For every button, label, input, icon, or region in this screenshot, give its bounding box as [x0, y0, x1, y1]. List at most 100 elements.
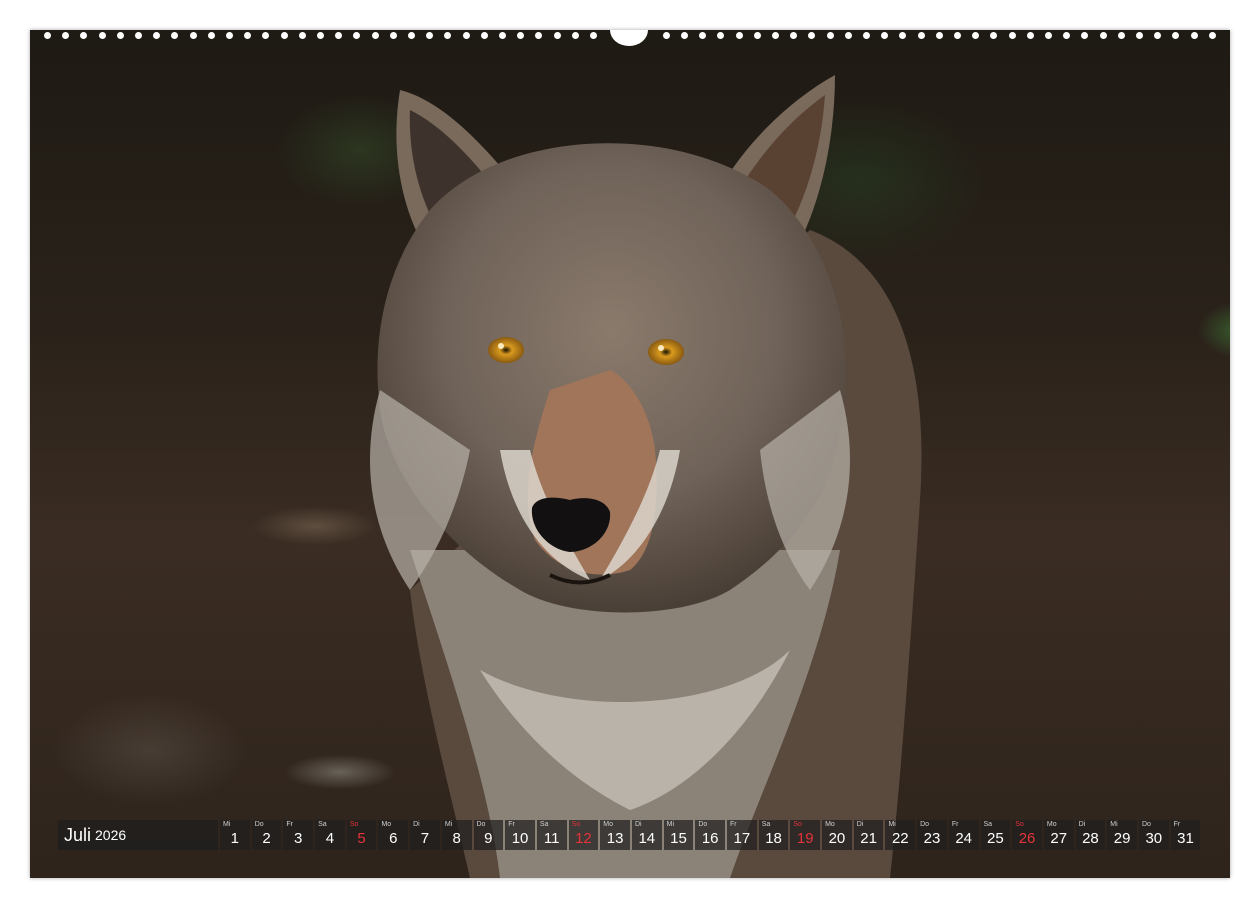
day-number: 2: [262, 830, 271, 847]
calendar-day: So 5: [346, 820, 377, 850]
month-name: Juli: [64, 824, 92, 845]
calendar-day: So 26: [1012, 820, 1042, 850]
calendar-day: Fr 24: [948, 820, 979, 850]
binding-hole: [699, 32, 707, 39]
calendar-day: Di 7: [410, 820, 440, 850]
binding-hole: [1190, 32, 1198, 39]
weekday-label: So: [1015, 821, 1024, 828]
binding-hole: [499, 32, 506, 39]
day-number: 28: [1082, 830, 1099, 847]
binding-hole: [226, 32, 233, 39]
binding-hole: [590, 32, 597, 39]
calendar-day: So 19: [790, 820, 821, 850]
binding-hole: [298, 32, 306, 39]
calendar-day: Mo 27: [1043, 820, 1074, 850]
binding-hole: [681, 32, 688, 39]
binding-hole: [1099, 32, 1107, 39]
weekday-label: So: [571, 821, 581, 828]
day-number: 31: [1177, 830, 1194, 847]
binding-hole: [881, 32, 889, 39]
binding-hole: [1081, 32, 1089, 39]
calendar-day: Mi 22: [885, 820, 916, 850]
calendar-day: Sa 11: [536, 820, 567, 850]
calendar-day: Sa 4: [315, 820, 345, 850]
weekday-label: Sa: [761, 821, 771, 828]
day-number: 20: [828, 830, 846, 847]
day-number: 22: [891, 830, 909, 847]
binding-hole: [717, 32, 725, 39]
day-number: 11: [543, 830, 560, 847]
binding-hole: [335, 32, 343, 39]
weekday-label: Do: [698, 821, 708, 828]
weekday-label: Di: [413, 821, 420, 828]
calendar-day: Di 14: [631, 820, 662, 850]
weekday-label: Mo: [825, 821, 835, 828]
calendar-day: Mo 13: [600, 820, 630, 850]
binding-hole: [353, 32, 361, 39]
calendar-day: Do 30: [1138, 820, 1169, 850]
binding-hole: [171, 32, 179, 39]
binding-hole: [808, 32, 816, 39]
binding-hole: [790, 32, 798, 39]
calendar-day: Fr 31: [1170, 820, 1201, 850]
wolf-illustration: [370, 75, 922, 878]
day-number: 10: [511, 830, 529, 847]
binding-hole: [408, 32, 415, 39]
calendar-day: Do 2: [251, 820, 282, 850]
weekday-label: Do: [254, 821, 264, 828]
binding-hole: [772, 32, 779, 39]
weekday-label: Fr: [730, 821, 737, 828]
day-number: 17: [733, 830, 751, 847]
calendar-day: Do 9: [473, 820, 504, 850]
binding-hole: [553, 32, 561, 39]
binding-hole: [207, 32, 215, 39]
binding-hole: [262, 32, 270, 39]
calendar-day: Do 23: [917, 820, 947, 850]
day-number: 6: [389, 830, 398, 847]
calendar-strip: Juli 2026 Mi 1 Do 2 Fr 3 Sa 4 So 5 Mo 6 Di 7 Mi 8 Do 9 Fr 1…: [58, 820, 1202, 850]
weekday-label: Sa: [318, 821, 327, 828]
weekday-label: Sa: [983, 821, 993, 828]
day-number: 15: [670, 830, 687, 847]
binding-hole: [972, 32, 980, 39]
weekday-label: So: [793, 821, 802, 828]
day-number: 13: [606, 830, 624, 847]
binding-hole: [1208, 32, 1216, 39]
day-number: 12: [575, 830, 592, 847]
calendar-day: Mi 1: [220, 820, 250, 850]
day-number: 21: [860, 830, 877, 847]
binding-hole: [990, 32, 998, 39]
calendar-day: Mi 15: [663, 820, 694, 850]
year-label: 2026: [95, 827, 127, 843]
day-number: 9: [484, 830, 493, 847]
day-number: 24: [955, 830, 972, 847]
wolf-photo: [30, 30, 1230, 878]
binding-hole: [1063, 32, 1071, 39]
calendar-day: So 12: [568, 820, 599, 850]
binding-hole: [863, 32, 870, 39]
binding-hole: [62, 32, 70, 39]
binding-hole: [244, 32, 252, 39]
calendar-day: Fr 10: [505, 820, 535, 850]
binding-hole: [1008, 32, 1016, 39]
month-label: Juli 2026: [58, 820, 218, 850]
binding-hole: [735, 32, 743, 39]
binding-hole: [116, 32, 124, 39]
weekday-label: Mo: [381, 821, 392, 828]
weekday-label: So: [349, 821, 359, 828]
binding-hole: [1045, 32, 1052, 39]
weekday-label: Do: [1141, 821, 1151, 828]
binding-hole: [954, 32, 961, 39]
binding-hole: [189, 32, 197, 39]
day-number: 18: [765, 830, 782, 847]
calendar-page: Juli 2026 Mi 1 Do 2 Fr 3 Sa 4 So 5 Mo 6 Di 7 Mi 8 Do 9 Fr 1…: [30, 30, 1230, 878]
weekday-label: Di: [634, 821, 642, 828]
weekday-label: Mi: [888, 821, 896, 828]
weekday-label: Di: [856, 821, 864, 828]
day-number: 26: [1018, 830, 1036, 847]
day-number: 8: [452, 830, 461, 847]
binding-hole: [317, 32, 324, 39]
binding-hole: [571, 32, 579, 39]
binding-hole: [1026, 32, 1034, 39]
calendar-day: Mo 6: [378, 820, 409, 850]
